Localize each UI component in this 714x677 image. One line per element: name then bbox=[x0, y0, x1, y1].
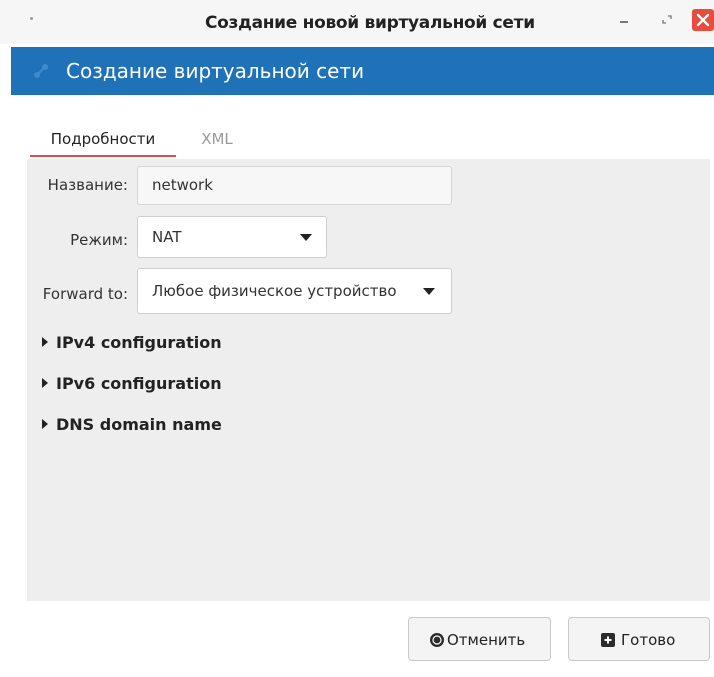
cancel-button[interactable]: Отменить bbox=[408, 617, 551, 661]
header-banner: Создание виртуальной сети bbox=[11, 47, 714, 95]
expander-ipv6-label: IPv6 configuration bbox=[56, 374, 222, 393]
mode-label: Режим: bbox=[70, 231, 128, 249]
chevron-down-icon bbox=[300, 234, 312, 241]
name-input[interactable]: network bbox=[137, 166, 452, 205]
expander-ipv4[interactable]: IPv4 configuration bbox=[42, 333, 222, 352]
cancel-label: Отменить bbox=[447, 631, 526, 649]
finish-label: Готово bbox=[621, 631, 676, 649]
expander-dns-label: DNS domain name bbox=[56, 415, 222, 434]
forward-value: Любое физическое устройство bbox=[152, 282, 397, 300]
forward-combo[interactable]: Любое физическое устройство bbox=[137, 268, 452, 314]
window-title: Создание новой виртуальной сети bbox=[205, 13, 535, 33]
add-box-icon bbox=[601, 633, 615, 647]
name-label: Название: bbox=[47, 176, 128, 194]
mode-value: NAT bbox=[152, 228, 182, 246]
maximize-button[interactable] bbox=[657, 9, 677, 29]
expander-dns[interactable]: DNS domain name bbox=[42, 415, 222, 434]
minimize-button[interactable] bbox=[614, 9, 634, 29]
expander-ipv6[interactable]: IPv6 configuration bbox=[42, 374, 222, 393]
network-icon bbox=[34, 64, 48, 78]
stop-circle-icon bbox=[430, 633, 444, 647]
forward-label: Forward to: bbox=[42, 285, 128, 303]
close-icon bbox=[696, 13, 710, 27]
mode-combo[interactable]: NAT bbox=[137, 216, 327, 258]
banner-title: Создание виртуальной сети bbox=[66, 59, 365, 83]
window-titlebar: Создание новой виртуальной сети bbox=[0, 0, 714, 44]
tab-xml[interactable]: XML bbox=[192, 123, 242, 155]
window-menu-icon[interactable] bbox=[30, 17, 33, 20]
expand-arrow-icon bbox=[42, 418, 48, 429]
maximize-icon bbox=[662, 15, 672, 24]
expand-arrow-icon bbox=[42, 377, 48, 388]
finish-button[interactable]: Готово bbox=[568, 617, 710, 661]
close-button[interactable] bbox=[692, 9, 714, 31]
tab-details[interactable]: Подробности bbox=[30, 123, 176, 157]
chevron-down-icon bbox=[423, 288, 435, 295]
expand-arrow-icon bbox=[42, 336, 48, 347]
expander-ipv4-label: IPv4 configuration bbox=[56, 333, 222, 352]
